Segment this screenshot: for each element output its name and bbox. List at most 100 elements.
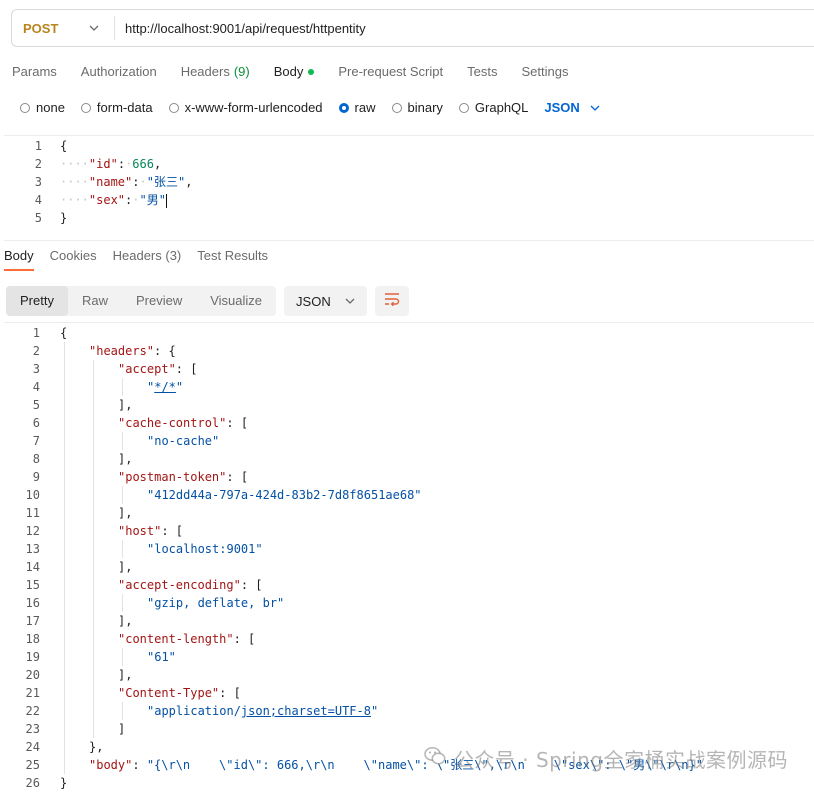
code-line: 14], (4, 558, 809, 576)
code-text: ], (118, 612, 132, 630)
wrap-lines-button[interactable] (374, 286, 409, 316)
json-key: "cache-control" (118, 416, 227, 430)
json-string[interactable]: */* (154, 380, 176, 394)
code-line: 1{ (4, 324, 809, 342)
line-number: 22 (25, 704, 40, 718)
line-number: 25 (25, 758, 40, 772)
json-string: "no-cache" (147, 434, 220, 448)
raw-format-dropdown[interactable]: JSON (544, 100, 600, 115)
json-string[interactable]: json;charset=UTF-8 (241, 704, 371, 718)
chevron-down-icon[interactable] (82, 22, 106, 34)
tab-response-body[interactable]: Body (4, 248, 34, 271)
radio-selected-icon (338, 102, 349, 113)
code-line: 3 "accept": [ (4, 360, 809, 378)
line-number: 7 (32, 434, 40, 448)
line-number: 26 (25, 776, 40, 790)
response-format-dropdown[interactable]: JSON (284, 286, 367, 316)
json-comma: , (153, 157, 162, 171)
line-number: 10 (25, 488, 40, 502)
code-line: 19 "61" (4, 648, 809, 666)
code-text: { (60, 324, 67, 342)
radio-binary[interactable]: binary (391, 100, 443, 115)
radio-none[interactable]: none (20, 100, 65, 115)
whitespace-marker: ···· (60, 157, 89, 171)
code-text: "host": [ (118, 522, 183, 540)
tab-params[interactable]: Params (12, 64, 57, 79)
tab-settings[interactable]: Settings (521, 64, 568, 79)
tab-response-headers[interactable]: Headers (3) (113, 248, 182, 271)
code-line: 5], (4, 396, 809, 414)
line-number: 9 (32, 470, 40, 484)
text-cursor (165, 193, 168, 208)
tab-pre-request-script[interactable]: Pre-request Script (338, 64, 443, 79)
json-key: "postman-token" (118, 470, 227, 484)
view-pretty-button[interactable]: Pretty (6, 286, 68, 316)
line-number: 1 (32, 326, 40, 340)
indent-guide (122, 432, 123, 450)
json-key: "sex" (88, 193, 126, 207)
whitespace-marker: · (139, 175, 147, 189)
json-punctuation: ], (118, 560, 133, 574)
json-key: "name" (88, 175, 133, 189)
method-select[interactable]: POST (12, 21, 82, 36)
method-label: POST (23, 20, 59, 36)
request-body-editor[interactable]: 1{2 ····"id":·666, 3 ····"name":·"张三", 4 ····… (4, 135, 814, 241)
tab-test-results[interactable]: Test Results (197, 248, 268, 271)
line-number: 15 (25, 578, 40, 592)
code-line: 16 "gzip, deflate, br" (4, 594, 809, 612)
indent-guide (122, 486, 123, 504)
radio-label: x-www-form-urlencoded (184, 100, 323, 115)
code-text: } (60, 774, 67, 792)
tab-authorization[interactable]: Authorization (81, 64, 157, 79)
view-preview-button[interactable]: Preview (122, 286, 196, 316)
code-text: ····"name":·"张三", (60, 173, 192, 191)
tab-body[interactable]: Body (274, 64, 315, 79)
radio-x-www-form-urlencoded[interactable]: x-www-form-urlencoded (168, 100, 323, 115)
code-line: 5} (4, 209, 804, 227)
json-string: "412dd44a-797a-424d-83b2-7d8f8651ae68" (147, 488, 422, 502)
indent-guide (64, 342, 65, 774)
line-number: 14 (25, 560, 40, 574)
tab-headers[interactable]: Headers (9) (181, 64, 250, 79)
code-text: ], (118, 666, 132, 684)
line-number: 23 (25, 722, 40, 736)
line-number: 17 (25, 614, 40, 628)
tab-label: Tests (467, 64, 498, 79)
json-key: "id" (88, 157, 118, 171)
tab-tests[interactable]: Tests (467, 64, 497, 79)
code-text: "content-length": [ (118, 630, 255, 648)
json-punctuation: ], (118, 398, 133, 412)
tab-label: Pre-request Script (338, 64, 444, 79)
json-value: 666 (132, 157, 154, 171)
json-key: "accept" (118, 362, 176, 376)
json-key: "content-length" (118, 632, 234, 646)
indent-guide (122, 648, 123, 666)
tab-cookies[interactable]: Cookies (50, 248, 97, 271)
code-text: "postman-token": [ (118, 468, 248, 486)
code-text: "no-cache" (147, 432, 219, 450)
code-line: 22 "application/json;charset=UTF-8" (4, 702, 809, 720)
radio-raw[interactable]: raw (338, 100, 376, 115)
radio-graphql[interactable]: GraphQL (458, 100, 528, 115)
code-text: "61" (147, 648, 176, 666)
code-text: ] (118, 720, 125, 738)
url-input[interactable]: http://localhost:9001/api/request/httpen… (125, 21, 366, 36)
radio-form-data[interactable]: form-data (80, 100, 153, 115)
json-key: "body" (89, 758, 133, 772)
wrap-lines-icon (384, 292, 400, 311)
code-text: "412dd44a-797a-424d-83b2-7d8f8651ae68" (147, 486, 422, 504)
response-body-viewer[interactable]: 1{2 "headers": {3 "accept": [4 "*/*" 5], 6 "ca… (4, 322, 814, 790)
view-visualize-button[interactable]: Visualize (196, 286, 276, 316)
json-key: "headers" (89, 344, 155, 358)
tab-label: Body (273, 64, 304, 79)
view-raw-button[interactable]: Raw (68, 286, 122, 316)
json-punctuation: : { (154, 344, 176, 358)
json-string: "application/ (147, 704, 241, 718)
code-line: 15 "accept-encoding": [ (4, 576, 809, 594)
indent-guide (93, 360, 94, 738)
json-punctuation: : [ (219, 686, 241, 700)
line-number: 5 (34, 211, 42, 225)
body-type-options: none form-data x-www-form-urlencoded raw… (20, 100, 600, 115)
line-number: 11 (25, 506, 40, 520)
request-tabs: Params Authorization Headers (9) Body Pre… (12, 64, 592, 79)
